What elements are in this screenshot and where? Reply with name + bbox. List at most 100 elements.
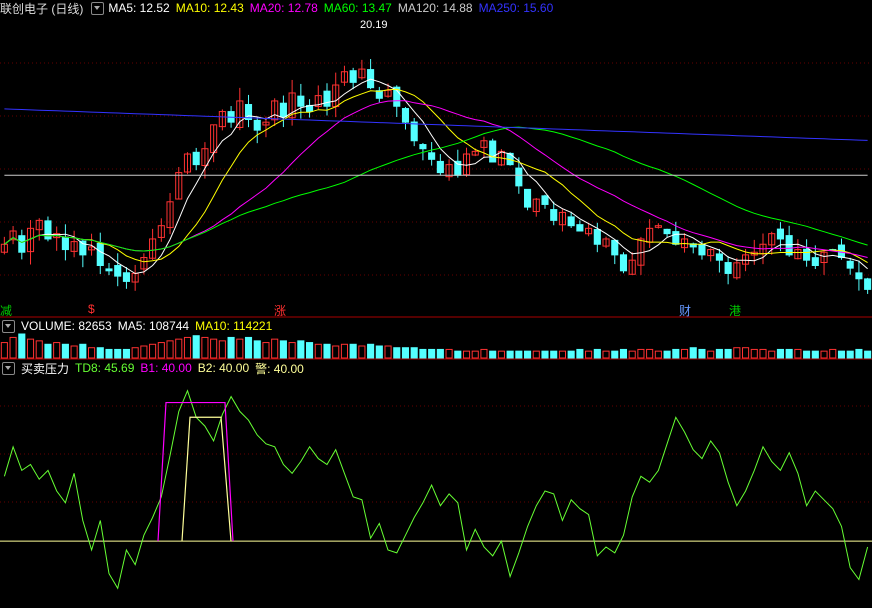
- volume-bar: [271, 338, 279, 359]
- candle: [61, 236, 69, 251]
- volume-bar: [26, 338, 35, 359]
- volume-bar: [715, 348, 723, 359]
- candle: [803, 248, 811, 261]
- volume-bar: [358, 345, 366, 359]
- volume-bar: [114, 348, 122, 359]
- candle: [454, 160, 462, 176]
- volume-bar: [61, 343, 69, 359]
- volume-bar: [253, 340, 261, 359]
- volume-bar: [619, 348, 628, 359]
- volume-bar: [480, 348, 488, 359]
- volume-bar: [776, 348, 784, 359]
- volume-bar: [236, 338, 244, 359]
- volume-bar: [803, 350, 811, 359]
- volume-bar: [611, 350, 619, 359]
- volume-bar: [192, 335, 200, 359]
- volume-bar: [288, 342, 296, 359]
- volume-bar: [733, 347, 741, 359]
- volume-bar: [384, 345, 392, 359]
- volume-bar: [428, 348, 436, 359]
- volume-bar: [88, 347, 96, 359]
- volume-bar: [646, 348, 654, 359]
- volume-bar: [410, 347, 418, 359]
- volume-bar: [576, 348, 584, 359]
- volume-bar: [654, 350, 662, 359]
- volume-bar: [785, 348, 793, 359]
- event-tag-0[interactable]: 减: [0, 302, 12, 319]
- volume-bar: [297, 340, 305, 359]
- event-tag-3[interactable]: 财: [679, 302, 691, 319]
- volume-bar: [445, 348, 453, 359]
- volume-bar: [698, 348, 706, 359]
- volume-bar: [201, 336, 209, 359]
- volume-bar: [340, 343, 348, 359]
- volume-bar: [855, 348, 863, 359]
- candle: [401, 108, 410, 123]
- volume-bar: [0, 342, 8, 359]
- candle: [515, 167, 523, 187]
- volume-bar: [79, 343, 87, 359]
- candle: [192, 151, 200, 166]
- volume-bar: [9, 336, 17, 359]
- volume-bar: [829, 348, 837, 359]
- ma250-line: [4, 108, 868, 141]
- volume-bar: [262, 342, 270, 359]
- volume-bar: [846, 350, 854, 359]
- candle: [541, 195, 549, 205]
- candle: [105, 268, 113, 272]
- candle: [114, 265, 122, 277]
- candle: [811, 257, 819, 266]
- volume-bar: [680, 348, 689, 359]
- candle: [855, 272, 863, 280]
- candle: [776, 228, 784, 240]
- volume-bar: [768, 350, 776, 359]
- candle: [96, 243, 104, 266]
- volume-bar: [585, 350, 593, 359]
- volume-bar: [323, 343, 331, 359]
- volume-bar: [567, 350, 575, 359]
- candle: [297, 95, 305, 107]
- event-tag-4[interactable]: 港: [729, 302, 741, 319]
- candle: [864, 278, 872, 290]
- volume-bar: [105, 348, 113, 359]
- volume-bar: [332, 345, 340, 359]
- volume-bar: [131, 347, 139, 359]
- volume-bar: [489, 350, 497, 359]
- event-tag-2[interactable]: 涨: [274, 302, 286, 319]
- volume-bar: [707, 350, 715, 359]
- volume-bar: [602, 350, 610, 359]
- volume-bar: [244, 336, 253, 359]
- volume-bar: [462, 350, 471, 359]
- volume-bar: [367, 343, 375, 359]
- volume-bar: [314, 343, 322, 359]
- candle: [593, 229, 601, 245]
- volume-bar: [689, 347, 697, 359]
- volume-bar: [628, 350, 636, 359]
- volume-bar: [515, 350, 523, 359]
- event-tag-1[interactable]: $: [88, 302, 95, 316]
- candle: [846, 260, 854, 269]
- volume-bar: [724, 348, 732, 359]
- volume-bar: [183, 336, 192, 359]
- ma60-line: [4, 126, 868, 252]
- b2-line: [181, 416, 232, 542]
- volume-bar: [70, 345, 78, 359]
- volume-bar: [837, 350, 846, 359]
- candle: [550, 209, 558, 221]
- candle: [279, 102, 287, 118]
- volume-bar: [35, 340, 43, 359]
- volume-bar: [593, 348, 601, 359]
- volume-bar: [306, 342, 314, 359]
- candle: [18, 235, 26, 253]
- candle: [419, 144, 427, 150]
- candle: [724, 262, 732, 274]
- volume-bar: [471, 350, 479, 359]
- candle: [611, 239, 619, 256]
- candle: [428, 152, 436, 160]
- volume-bar: [672, 348, 680, 359]
- volume-bar: [550, 350, 558, 359]
- volume-bar: [157, 342, 165, 359]
- chart-canvas: 20.19: [0, 19, 872, 590]
- volume-bar: [18, 333, 26, 359]
- volume-bar: [210, 338, 218, 359]
